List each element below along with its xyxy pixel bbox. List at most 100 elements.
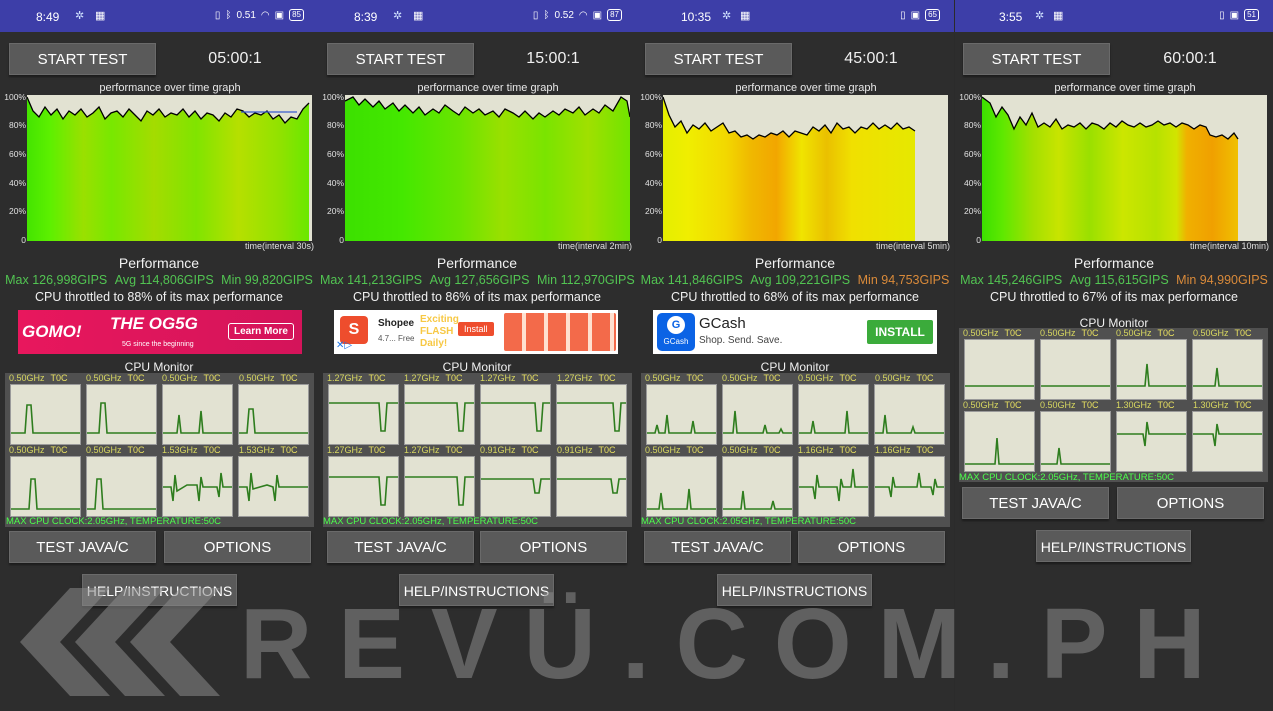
test-java-c-button[interactable]: TEST JAVA/C	[327, 531, 474, 563]
grid-icon: ▦	[1053, 10, 1064, 22]
cpu-core-8	[1192, 411, 1263, 472]
ad-banner[interactable]: GCash G GCash Shop. Send. Save. INSTALL	[653, 310, 937, 354]
max-cpu-clock: MAX CPU CLOCK:2.05GHz, TEMPERATURE:50C	[641, 516, 857, 527]
performance-graph	[663, 95, 948, 241]
ad-close-icon[interactable]: ✕▷	[336, 340, 352, 351]
cpu-core-2	[404, 384, 475, 445]
timer: 45:00:1	[844, 50, 898, 67]
graph-label: performance over time graph	[99, 82, 241, 94]
cpu-core-5	[328, 456, 399, 517]
ad-headline: THE OG5G	[110, 314, 198, 333]
core-freq: 0.50GHz T0C	[86, 445, 145, 455]
core-freq: 1.27GHz T0C	[404, 373, 463, 383]
status-bar: 3:55 ✲ ▦ ▯ ▣ 51	[955, 0, 1273, 32]
gear-icon: ✲	[1035, 10, 1045, 22]
cpu-core-3	[162, 384, 233, 445]
options-button[interactable]: OPTIONS	[480, 531, 627, 563]
min-value: Min 99,820GIPS	[221, 273, 313, 287]
start-test-button[interactable]: START TEST	[9, 43, 156, 75]
core-freq: 0.50GHz T0C	[722, 373, 781, 383]
graph-interval: time(interval 10min)	[1189, 241, 1269, 251]
core-freq: 0.50GHz T0C	[963, 328, 1022, 338]
cpu-core-3	[1116, 339, 1187, 400]
cpu-core-1	[10, 384, 81, 445]
core-freq: 1.27GHz T0C	[327, 445, 386, 455]
ad-cta-button[interactable]: INSTALL	[867, 320, 933, 344]
performance-stats: Max 141,846GIPS Avg 109,221GIPS Min 94,7…	[636, 273, 954, 287]
sim-icon: ▣	[592, 9, 603, 21]
cpu-core-4	[1192, 339, 1263, 400]
y-tick: 60%	[326, 149, 344, 159]
cpu-core-5	[964, 411, 1035, 472]
y-tick: 0	[339, 235, 344, 245]
test-java-c-button[interactable]: TEST JAVA/C	[644, 531, 791, 563]
cpu-core-6	[722, 456, 793, 517]
cpu-monitor: 1.27GHz T0C 1.27GHz T0C 1.27GHz T0C 1.27GHz…	[323, 373, 632, 527]
y-tick: 20%	[8, 206, 26, 216]
cpu-core-4	[556, 384, 627, 445]
cpu-core-2	[722, 384, 793, 445]
throttle-text: CPU throttled to 88% of its max performa…	[34, 290, 284, 304]
vibrate-icon: ▯	[532, 9, 539, 21]
min-value: Min 94,990GIPS	[1176, 273, 1268, 287]
core-freq: 0.50GHz T0C	[1116, 328, 1175, 338]
grid-icon: ▦	[95, 10, 106, 22]
core-freq: 0.50GHz T0C	[9, 445, 68, 455]
battery-icon: 51	[1244, 9, 1259, 21]
test-java-c-button[interactable]: TEST JAVA/C	[962, 487, 1109, 519]
start-test-button[interactable]: START TEST	[327, 43, 474, 75]
ad-banner[interactable]: S Shopee 4.7... Free Exciting FLASH Dail…	[334, 310, 618, 354]
core-freq: 1.30GHz T0C	[1193, 400, 1252, 410]
y-tick: 60%	[963, 149, 981, 159]
performance-stats: Max 141,213GIPS Avg 127,656GIPS Min 112,…	[318, 273, 636, 287]
gear-icon: ✲	[393, 10, 403, 22]
panel-4: 3:55 ✲ ▦ ▯ ▣ 51 START TEST 60:00:1 perfo…	[955, 0, 1273, 711]
options-button[interactable]: OPTIONS	[1117, 487, 1264, 519]
cpu-monitor-title: CPU Monitor	[760, 360, 830, 374]
gear-icon: ✲	[722, 10, 732, 22]
core-freq: 1.16GHz T0C	[798, 445, 857, 455]
help-instructions-button[interactable]: HELP/INSTRUCTIONS	[399, 574, 554, 606]
ad-cta-button[interactable]: Learn More	[228, 323, 294, 340]
help-instructions-button[interactable]: HELP/INSTRUCTIONS	[717, 574, 872, 606]
ad-rating: 4.7... Free	[378, 334, 415, 343]
options-button[interactable]: OPTIONS	[164, 531, 311, 563]
options-button[interactable]: OPTIONS	[798, 531, 945, 563]
status-time: 8:49	[36, 10, 60, 24]
performance-stats: Max 145,246GIPS Avg 115,615GIPS Min 94,9…	[955, 273, 1273, 287]
ad-cta-button[interactable]: Install	[458, 322, 494, 336]
cpu-core-3	[480, 384, 551, 445]
y-tick: 100%	[4, 92, 26, 102]
ad-banner[interactable]: GOMO! THE OG5G 5G since the beginning Le…	[18, 310, 302, 354]
core-freq: 0.50GHz T0C	[1040, 400, 1099, 410]
start-test-button[interactable]: START TEST	[963, 43, 1110, 75]
max-cpu-clock: MAX CPU CLOCK:2.05GHz, TEMPERATURE:50C	[959, 472, 1175, 483]
graph-label: performance over time graph	[1054, 82, 1196, 94]
cpu-core-4	[238, 384, 309, 445]
cpu-core-4	[874, 384, 945, 445]
sim-icon: ▣	[1229, 9, 1240, 21]
cpu-core-8	[874, 456, 945, 517]
y-tick: 60%	[644, 149, 662, 159]
core-freq: 0.50GHz T0C	[722, 445, 781, 455]
test-java-c-button[interactable]: TEST JAVA/C	[9, 531, 156, 563]
help-instructions-button[interactable]: HELP/INSTRUCTIONS	[1036, 530, 1191, 562]
min-value: Min 94,753GIPS	[857, 273, 950, 287]
core-freq: 0.50GHz T0C	[645, 445, 704, 455]
core-freq: 0.50GHz T0C	[963, 400, 1022, 410]
y-tick: 0	[976, 235, 981, 245]
status-icons: ▯ ▣ 65	[900, 9, 940, 21]
start-test-button[interactable]: START TEST	[645, 43, 792, 75]
ad-tagline: Shop. Send. Save.	[699, 335, 783, 346]
ad-brand: GOMO!	[22, 322, 82, 341]
core-freq: 0.50GHz T0C	[875, 373, 934, 383]
core-freq: 0.50GHz T0C	[798, 373, 857, 383]
battery-icon: 85	[289, 9, 304, 21]
help-instructions-button[interactable]: HELP/INSTRUCTIONS	[82, 574, 237, 606]
core-freq: 1.27GHz T0C	[480, 373, 539, 383]
throttle-text: CPU throttled to 68% of its max performa…	[670, 290, 920, 304]
cpu-monitor: 0.50GHz T0C 0.50GHz T0C 0.50GHz T0C 0.50GHz…	[641, 373, 950, 527]
cpu-core-5	[646, 456, 717, 517]
battery-icon: 65	[925, 9, 940, 21]
graph-interval: time(interval 2min)	[557, 241, 632, 251]
